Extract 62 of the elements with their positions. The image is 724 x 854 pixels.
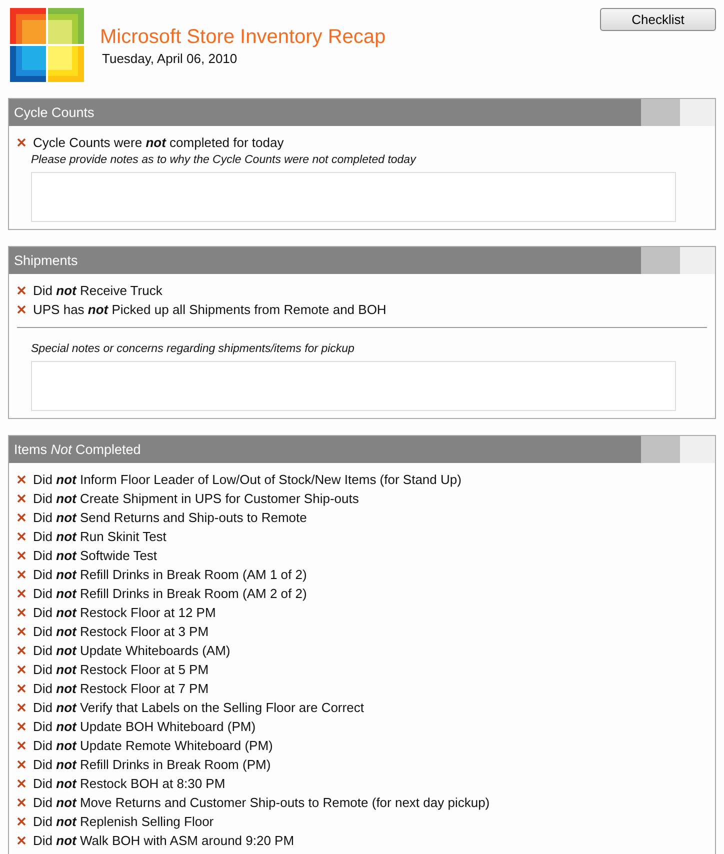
status-item: Did not Refill Drinks in Break Room (AM 1 of 2) bbox=[33, 566, 307, 584]
header-block bbox=[641, 247, 680, 274]
notes-label: Special notes or concerns regarding shipments/items for pickup bbox=[31, 342, 356, 356]
cross-icon bbox=[17, 836, 26, 845]
cross-icon bbox=[17, 608, 26, 617]
header-block bbox=[641, 99, 680, 126]
cross-icon bbox=[17, 138, 26, 147]
cross-icon bbox=[17, 798, 26, 807]
status-item: Did not Update Remote Whiteboard (PM) bbox=[33, 737, 273, 755]
status-item: Did not Restock BOH at 8:30 PM bbox=[33, 775, 226, 793]
header-block bbox=[680, 436, 715, 463]
status-item: Cycle Counts were not completed for today bbox=[33, 134, 284, 152]
status-item: UPS has not Picked up all Shipments from Remote and BOH bbox=[33, 301, 386, 319]
cross-icon bbox=[17, 703, 26, 712]
header-block bbox=[641, 436, 680, 463]
cross-icon bbox=[17, 305, 26, 314]
cross-icon bbox=[17, 627, 26, 636]
status-item: Did not Walk BOH with ASM around 9:20 PM bbox=[33, 832, 294, 850]
section-title: Shipments bbox=[9, 247, 641, 274]
status-item: Did not Update Whiteboards (AM) bbox=[33, 642, 230, 660]
cross-icon bbox=[17, 532, 26, 541]
status-item: Did not Restock Floor at 5 PM bbox=[33, 661, 209, 679]
status-item: Did not Refill Drinks in Break Room (AM 2 of 2) bbox=[33, 585, 307, 603]
status-item: Did not Refill Drinks in Break Room (PM) bbox=[33, 756, 271, 774]
status-item: Did not Create Shipment in UPS for Customer Ship-outs bbox=[33, 490, 359, 508]
cross-icon bbox=[17, 494, 26, 503]
cross-icon bbox=[17, 475, 26, 484]
status-item: Did not Verify that Labels on the Selling Floor are Correct bbox=[33, 699, 364, 717]
cross-icon bbox=[17, 286, 26, 295]
cross-icon bbox=[17, 741, 26, 750]
status-item: Did not Restock Floor at 12 PM bbox=[33, 604, 216, 622]
header-block bbox=[680, 99, 715, 126]
cross-icon bbox=[17, 817, 26, 826]
cross-icon bbox=[17, 570, 26, 579]
status-item: Did not Replenish Selling Floor bbox=[33, 813, 214, 831]
notes-field[interactable] bbox=[31, 361, 676, 411]
cross-icon bbox=[17, 665, 26, 674]
status-item: Did not Restock Floor at 7 PM bbox=[33, 680, 209, 698]
header-block bbox=[680, 247, 715, 274]
cross-icon bbox=[17, 684, 26, 693]
status-item: Did not Receive Truck bbox=[33, 282, 162, 300]
cross-icon bbox=[17, 589, 26, 598]
cross-icon bbox=[17, 779, 26, 788]
checklist-button[interactable]: Checklist bbox=[600, 8, 716, 31]
status-item: Did not Update BOH Whiteboard (PM) bbox=[33, 718, 256, 736]
cross-icon bbox=[17, 513, 26, 522]
section-title: Items Not Completed bbox=[9, 436, 641, 463]
status-item: Did not Send Returns and Ship-outs to Remote bbox=[33, 509, 307, 527]
cross-icon bbox=[17, 646, 26, 655]
status-item: Did not Softwide Test bbox=[33, 547, 158, 565]
status-item: Did not Restock Floor at 3 PM bbox=[33, 623, 209, 641]
page-title: Microsoft Store Inventory Recap bbox=[100, 25, 387, 49]
section-title: Cycle Counts bbox=[9, 99, 641, 126]
status-item: Did not Inform Floor Leader of Low/Out of Stock/New Items (for Stand Up) bbox=[33, 471, 462, 489]
status-item: Did not Run Skinit Test bbox=[33, 528, 166, 546]
cross-icon bbox=[17, 760, 26, 769]
status-item: Did not Move Returns and Customer Ship-outs to Remote (for next day pickup) bbox=[33, 794, 490, 812]
notes-field[interactable] bbox=[31, 172, 676, 222]
report-date: Tuesday, April 06, 2010 bbox=[102, 50, 238, 68]
cross-icon bbox=[17, 551, 26, 560]
cross-icon bbox=[17, 722, 26, 731]
notes-label: Please provide notes as to why the Cycle Counts were not completed today bbox=[31, 153, 418, 167]
